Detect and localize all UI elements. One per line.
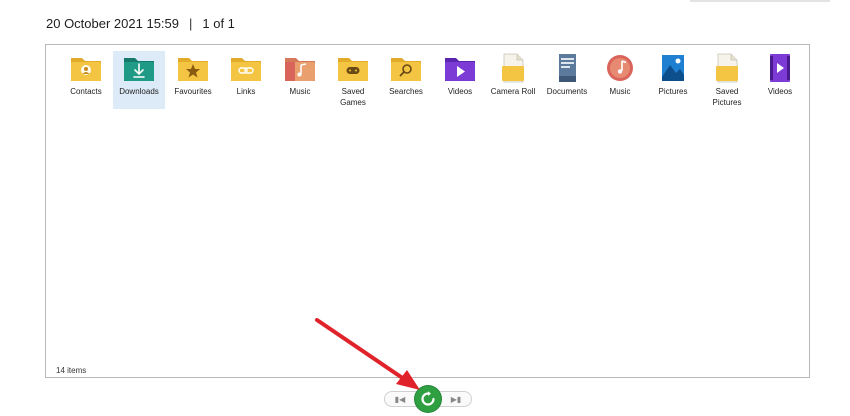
item-label: Documents xyxy=(546,87,588,96)
next-button[interactable]: ▶▮ xyxy=(445,394,467,406)
folder-saved-games-icon xyxy=(336,53,370,83)
item-camera-roll[interactable]: Camera Roll xyxy=(487,51,539,109)
item-links[interactable]: Links xyxy=(220,51,272,109)
refresh-button[interactable] xyxy=(415,386,441,412)
folder-links-icon xyxy=(229,53,263,83)
item-label: Downloads xyxy=(119,87,159,96)
item-label: Saved Pictures xyxy=(712,87,742,107)
folder-contacts-icon xyxy=(69,53,103,83)
item-label: Camera Roll xyxy=(490,87,536,96)
item-count-status: 14 items xyxy=(56,366,87,375)
item-searches[interactable]: Searches xyxy=(380,51,432,109)
item-music[interactable]: Music xyxy=(274,51,326,109)
camera-roll-folder-icon xyxy=(496,53,530,83)
item-documents[interactable]: Documents xyxy=(541,51,593,109)
saved-pictures-folder-icon xyxy=(710,53,744,83)
item-videos[interactable]: Videos xyxy=(434,51,486,109)
item-label: Music xyxy=(609,87,631,96)
item-label: Searches xyxy=(389,87,423,96)
file-list-panel: Contacts Downloads Favourites Links Music … xyxy=(45,44,810,378)
item-label: Pictures xyxy=(658,87,688,96)
item-grid: Contacts Downloads Favourites Links Music … xyxy=(60,51,805,113)
window-top-strip xyxy=(690,0,830,2)
item-contacts[interactable]: Contacts xyxy=(60,51,112,109)
item-label: Music xyxy=(289,87,311,96)
item-label: Videos xyxy=(447,87,473,96)
folder-videos-icon xyxy=(443,53,477,83)
music-library-icon xyxy=(603,53,637,83)
item-label: Contacts xyxy=(70,87,102,96)
header-separator: | xyxy=(189,16,193,31)
videos-library-icon xyxy=(763,53,797,83)
datetime-text: 20 October 2021 15:59 xyxy=(46,16,179,31)
previous-button[interactable]: ▮◀ xyxy=(389,394,411,406)
item-label: Saved Games xyxy=(340,87,366,107)
folder-favourites-icon xyxy=(176,53,210,83)
pictures-icon xyxy=(656,53,690,83)
refresh-icon xyxy=(421,391,435,406)
folder-searches-icon xyxy=(389,53,423,83)
item-favourites[interactable]: Favourites xyxy=(167,51,219,109)
item-videos[interactable]: Videos xyxy=(754,51,806,109)
item-music[interactable]: Music xyxy=(594,51,646,109)
documents-icon xyxy=(550,53,584,83)
item-label: Favourites xyxy=(174,87,212,96)
item-saved-pictures[interactable]: Saved Pictures xyxy=(701,51,753,109)
item-saved-games[interactable]: Saved Games xyxy=(327,51,379,109)
folder-downloads-icon xyxy=(122,53,156,83)
item-downloads[interactable]: Downloads xyxy=(113,51,165,109)
folder-music-icon xyxy=(283,53,317,83)
page-info-text: 1 of 1 xyxy=(202,16,235,31)
item-pictures[interactable]: Pictures xyxy=(647,51,699,109)
header-line: 20 October 2021 15:59 | 1 of 1 xyxy=(46,16,235,31)
item-label: Links xyxy=(236,87,256,96)
item-label: Videos xyxy=(767,87,793,96)
